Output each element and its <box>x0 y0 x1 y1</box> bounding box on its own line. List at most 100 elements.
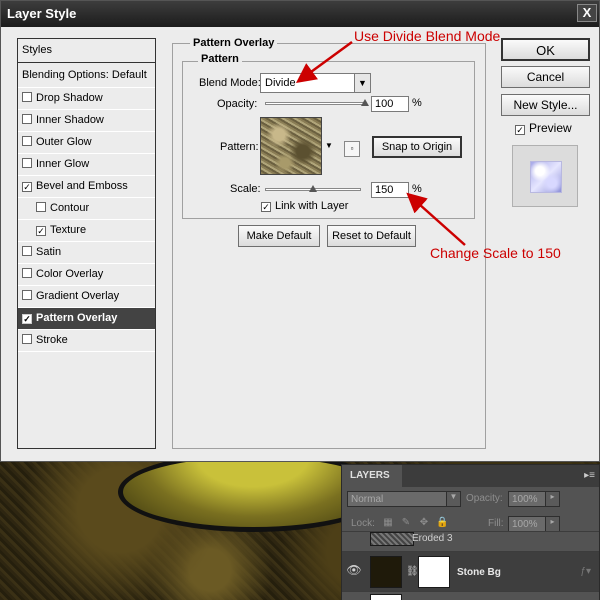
blend-mode-label: Blend Mode: <box>199 77 261 89</box>
layer-name: Stone Bg <box>457 567 501 578</box>
new-style-button[interactable]: New Style... <box>501 94 590 116</box>
style-item-color-overlay[interactable]: Color Overlay <box>18 264 155 286</box>
fill-input[interactable]: 100% ▸ <box>508 516 560 532</box>
blending-options-label: Blending Options: Default <box>22 69 147 81</box>
style-item-label: Satin <box>36 246 62 258</box>
blending-options-item[interactable]: Blending Options: Default <box>18 63 155 88</box>
style-item-label: Texture <box>50 224 87 236</box>
pattern-overlay-title: Pattern Overlay <box>190 37 278 49</box>
new-preset-icon[interactable]: ▫ <box>344 141 360 157</box>
chevron-down-icon[interactable]: ▼ <box>323 117 335 175</box>
opacity-slider-handle[interactable] <box>361 99 369 106</box>
link-with-layer-checkbox[interactable]: ✓ <box>261 202 271 212</box>
lock-all-icon[interactable]: 🔒 <box>436 517 448 529</box>
style-item-drop-shadow[interactable]: Drop Shadow <box>18 88 155 110</box>
styles-header[interactable]: Styles <box>18 39 155 63</box>
style-item-inner-glow[interactable]: Inner Glow <box>18 154 155 176</box>
pattern-swatch[interactable] <box>260 117 322 175</box>
layer-name: Eroded 3 <box>412 533 453 544</box>
chain-link-icon[interactable]: ⛓ <box>406 566 419 577</box>
style-checkbox[interactable] <box>22 92 32 102</box>
eye-icon[interactable]: 👁 <box>346 563 362 579</box>
layer-style-dialog: Layer Style X Styles Blending Options: D… <box>0 0 600 462</box>
preview-checkbox[interactable]: ✓ <box>515 125 525 135</box>
style-item-bevel-and-emboss[interactable]: ✓ Bevel and Emboss <box>18 176 155 198</box>
style-item-label: Gradient Overlay <box>36 290 120 302</box>
style-checkbox[interactable]: ✓ <box>22 314 32 324</box>
style-item-inner-shadow[interactable]: Inner Shadow <box>18 110 155 132</box>
style-item-label: Color Overlay <box>36 268 104 280</box>
preview-swatch <box>530 161 562 193</box>
snap-to-origin-label: Snap to Origin <box>381 141 453 153</box>
style-checkbox[interactable] <box>22 114 32 124</box>
style-checkbox[interactable] <box>22 268 32 278</box>
style-checkbox[interactable]: ✓ <box>22 182 32 192</box>
panel-menu-icon[interactable]: ▸≡ <box>584 470 595 481</box>
reset-to-default-button[interactable]: Reset to Default <box>327 225 416 247</box>
style-item-label: Pattern Overlay <box>36 312 118 324</box>
new-style-label: New Style... <box>513 98 578 112</box>
opacity-slider[interactable] <box>265 102 365 105</box>
layers-panel: LAYERS ▸≡ Normal ▼ Opacity: 100% ▸ Lock:… <box>341 464 600 600</box>
opacity-percent: % <box>412 97 422 109</box>
link-with-layer-option[interactable]: ✓ Link with Layer <box>261 200 348 212</box>
layer-opacity-label: Opacity: <box>466 493 503 504</box>
layer-row[interactable] <box>342 591 599 600</box>
lock-image-icon[interactable]: ✎ <box>400 517 412 529</box>
style-checkbox[interactable] <box>22 136 32 146</box>
pattern-label: Pattern: <box>220 141 259 153</box>
scale-slider-handle[interactable] <box>309 185 317 192</box>
style-checkbox[interactable] <box>22 158 32 168</box>
opacity-input[interactable]: 100 <box>371 96 409 112</box>
lock-transparent-icon[interactable]: ▦ <box>382 517 394 529</box>
preview-option[interactable]: ✓ Preview <box>515 121 572 135</box>
style-checkbox[interactable] <box>22 334 32 344</box>
layer-opacity-input[interactable]: 100% ▸ <box>508 491 560 507</box>
scale-label: Scale: <box>230 183 261 195</box>
lock-label: Lock: <box>351 518 375 529</box>
scale-percent: % <box>412 183 422 195</box>
style-item-label: Inner Shadow <box>36 114 104 126</box>
style-item-outer-glow[interactable]: Outer Glow <box>18 132 155 154</box>
dialog-titlebar: Layer Style X <box>1 1 599 27</box>
layer-thumbnail <box>370 532 414 546</box>
styles-header-label: Styles <box>22 44 52 56</box>
style-item-label: Inner Glow <box>36 158 90 170</box>
tab-layers[interactable]: LAYERS <box>342 465 402 487</box>
layer-row-active[interactable]: 👁 ⛓ Stone Bg ƒ▾ <box>342 551 599 591</box>
blend-mode-select[interactable]: Divide ▼ <box>260 73 371 93</box>
blend-mode-value: Divide <box>265 77 296 89</box>
layer-row[interactable]: Eroded 3 <box>342 531 599 551</box>
style-item-label: Drop Shadow <box>36 92 103 104</box>
chevron-down-icon: ▼ <box>354 74 370 92</box>
fx-icon[interactable]: ƒ▾ <box>580 566 591 577</box>
style-item-gradient-overlay[interactable]: Gradient Overlay <box>18 286 155 308</box>
snap-to-origin-button[interactable]: Snap to Origin <box>372 136 462 158</box>
style-item-label: Stroke <box>36 334 68 346</box>
style-item-label: Contour <box>50 202 90 214</box>
scale-input[interactable]: 150 <box>371 182 409 198</box>
style-checkbox[interactable] <box>22 246 32 256</box>
close-button[interactable]: X <box>577 4 597 22</box>
make-default-label: Make Default <box>246 230 312 242</box>
style-checkbox[interactable] <box>36 202 46 212</box>
style-checkbox[interactable] <box>22 290 32 300</box>
fill-value: 100% <box>512 519 538 530</box>
make-default-button[interactable]: Make Default <box>238 225 320 247</box>
style-item-texture[interactable]: ✓ Texture <box>18 220 155 242</box>
style-item-satin[interactable]: Satin <box>18 242 155 264</box>
layer-blend-mode-select[interactable]: Normal ▼ <box>347 491 461 507</box>
cancel-button[interactable]: Cancel <box>501 66 590 88</box>
styles-list: Styles Blending Options: Default Drop Sh… <box>17 38 156 449</box>
layer-opacity-value: 100% <box>512 494 538 505</box>
lock-position-icon[interactable]: ✥ <box>418 517 430 529</box>
style-checkbox[interactable]: ✓ <box>36 226 46 236</box>
pattern-subgroup-title: Pattern <box>198 53 242 65</box>
chevron-down-icon: ▼ <box>446 492 460 506</box>
ok-button[interactable]: OK <box>501 38 590 61</box>
fill-label: Fill: <box>488 518 504 529</box>
style-item-pattern-overlay[interactable]: ✓ Pattern Overlay <box>18 308 155 330</box>
style-item-stroke[interactable]: Stroke <box>18 330 155 352</box>
style-item-contour[interactable]: Contour <box>18 198 155 220</box>
style-preview <box>512 145 578 207</box>
